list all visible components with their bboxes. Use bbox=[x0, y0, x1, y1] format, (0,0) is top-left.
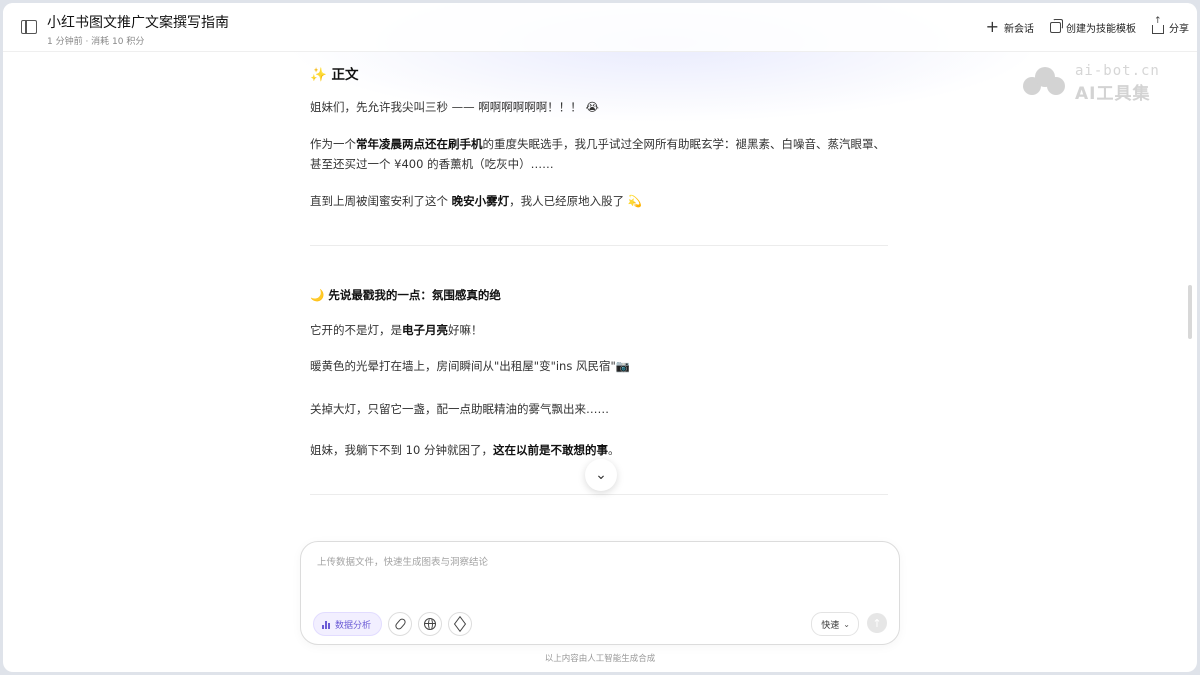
paragraph: 姐妹们，先允许我尖叫三秒 —— 啊啊啊啊啊啊！！！ 😭 bbox=[310, 100, 599, 114]
copy-icon bbox=[1050, 18, 1063, 33]
share-icon bbox=[1152, 16, 1164, 34]
new-chat-button[interactable]: + 新会话 bbox=[985, 17, 1034, 36]
moon-icon: 🌙 bbox=[310, 288, 325, 302]
watermark: ai-bot.cn AI工具集 bbox=[1023, 61, 1173, 104]
composer-tools: 数据分析 bbox=[313, 612, 473, 636]
watermark-logo-icon bbox=[1023, 67, 1067, 95]
paragraph: 直到上周被闺蜜安利了这个 晚安小雾灯，我人已经原地入股了 💫 bbox=[310, 194, 643, 208]
section-heading-text: 先说最戳我的一点：氛围感真的绝 bbox=[328, 288, 501, 302]
new-chat-label: 新会话 bbox=[1004, 23, 1034, 35]
conversation-title: 小红书图文推广文案撰写指南 bbox=[47, 15, 229, 31]
plugin-button[interactable] bbox=[448, 612, 473, 636]
divider bbox=[310, 494, 888, 495]
paragraph: 姐妹，我躺下不到 10 分钟就困了，这在以前是不敢想的事。 bbox=[310, 443, 620, 457]
cube-icon bbox=[453, 615, 467, 633]
section-heading-body: ✨ 正文 bbox=[310, 65, 359, 85]
sparkle-icon: ✨ bbox=[310, 67, 327, 83]
paperclip-icon bbox=[393, 617, 407, 631]
sidebar-toggle-icon[interactable] bbox=[21, 20, 37, 34]
section-heading-ambience: 🌙 先说最戳我的一点：氛围感真的绝 bbox=[310, 285, 501, 305]
conversation-meta: 1 分钟前 · 消耗 10 积分 bbox=[47, 37, 145, 47]
data-analysis-label: 数据分析 bbox=[335, 620, 372, 631]
data-analysis-button[interactable]: 数据分析 bbox=[313, 612, 383, 636]
section-heading-text: 正文 bbox=[331, 67, 359, 83]
bar-chart-icon bbox=[322, 620, 330, 629]
share-button[interactable]: 分享 bbox=[1152, 16, 1189, 35]
scroll-to-bottom-button[interactable]: ⌄ bbox=[585, 459, 617, 491]
watermark-name: AI工具集 bbox=[1075, 84, 1151, 104]
chevron-down-icon: ⌄ bbox=[843, 619, 850, 629]
message-input[interactable] bbox=[315, 556, 879, 569]
ai-disclaimer: 以上内容由人工智能生成合成 bbox=[544, 654, 656, 664]
chevron-down-icon: ⌄ bbox=[595, 467, 607, 483]
divider bbox=[310, 245, 888, 246]
send-button[interactable]: ↑ bbox=[867, 613, 887, 633]
scrollbar[interactable] bbox=[1188, 285, 1192, 339]
create-skill-template-button[interactable]: 创建为技能模板 bbox=[1050, 18, 1136, 35]
paragraph: 它开的不是灯，是电子月亮好嘛！ bbox=[310, 323, 483, 337]
chat-composer: 数据分析 快速 ⌄ ↑ bbox=[300, 541, 900, 645]
create-skill-template-label: 创建为技能模板 bbox=[1066, 23, 1136, 35]
top-bar: 小红书图文推广文案撰写指南 1 分钟前 · 消耗 10 积分 + 新会话 创建为… bbox=[3, 3, 1197, 52]
web-search-button[interactable] bbox=[418, 612, 443, 636]
share-label: 分享 bbox=[1169, 23, 1189, 35]
watermark-url: ai-bot.cn bbox=[1075, 63, 1160, 79]
paragraph: 作为一个常年凌晨两点还在刷手机的重度失眠选手，我几乎试过全网所有助眠玄学：褪黑素… bbox=[310, 137, 885, 171]
top-actions: + 新会话 创建为技能模板 分享 bbox=[985, 16, 1189, 37]
globe-icon bbox=[424, 618, 437, 630]
attach-button[interactable] bbox=[388, 612, 413, 636]
mode-label: 快速 bbox=[821, 620, 840, 631]
app-window: 小红书图文推广文案撰写指南 1 分钟前 · 消耗 10 积分 + 新会话 创建为… bbox=[3, 3, 1197, 672]
paragraph: 关掉大灯，只留它一盏，配一点助眠精油的雾气飘出来…… bbox=[310, 402, 609, 416]
plus-icon: + bbox=[985, 17, 999, 36]
paragraph: 暖黄色的光晕打在墙上，房间瞬间从"出租屋"变"ins 风民宿"📷 bbox=[310, 359, 631, 373]
arrow-up-icon: ↑ bbox=[872, 616, 882, 630]
mode-select[interactable]: 快速 ⌄ bbox=[811, 612, 859, 636]
